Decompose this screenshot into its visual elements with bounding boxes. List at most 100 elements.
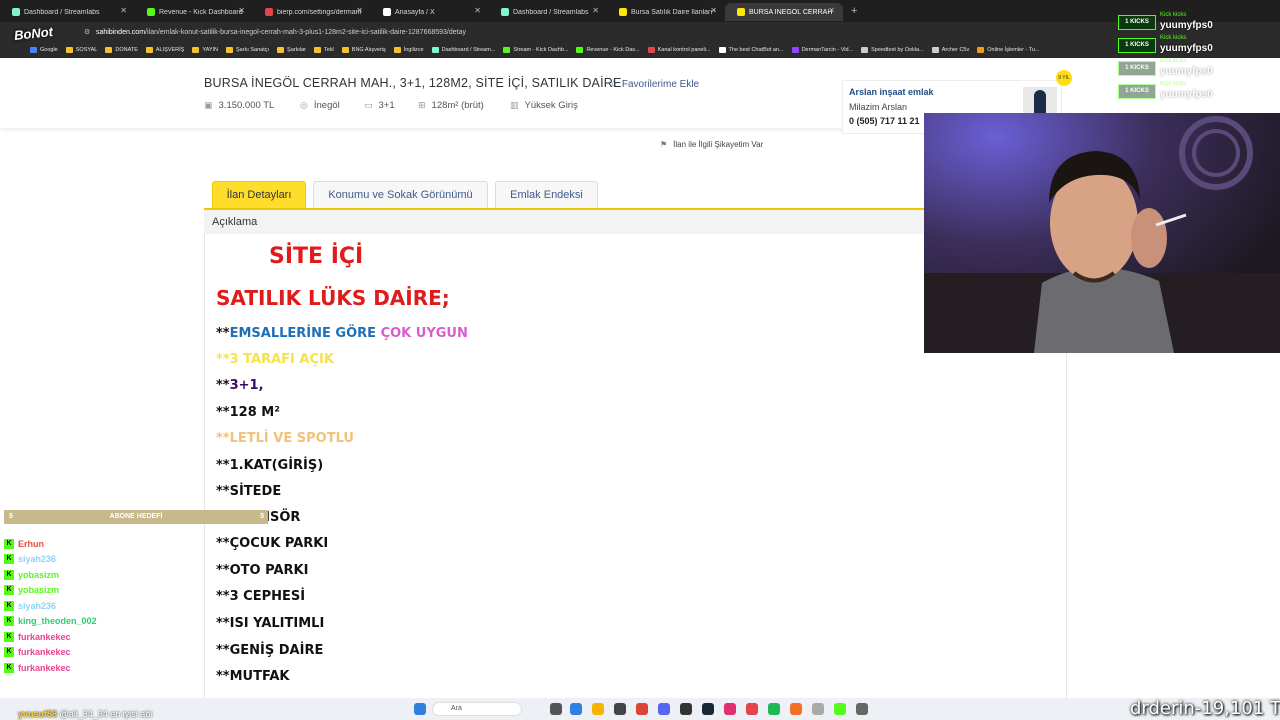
- kick-badge-icon: K: [4, 662, 14, 673]
- browser-tab[interactable]: Anasayfa / X ✕: [371, 3, 489, 21]
- agent-photo: [1023, 87, 1057, 113]
- store-icon[interactable]: [614, 703, 626, 715]
- soundcloud-icon[interactable]: [790, 703, 802, 715]
- close-tab-icon[interactable]: ✕: [356, 6, 363, 15]
- description-line: **128 M²: [216, 405, 280, 420]
- kick-alerts: 1 KICKS Kick kicks yuumyfps0 1 KICKS Kick ki…: [1118, 12, 1280, 104]
- line-prefix: **: [216, 352, 230, 367]
- close-tab-icon[interactable]: ✕: [474, 6, 481, 15]
- kick-badge-icon: K: [4, 554, 14, 565]
- bookmark-icon: [277, 47, 285, 53]
- chat-message: Kyobasizm: [4, 567, 264, 583]
- browser-tab[interactable]: bierp.com/settings/dermantar ✕: [253, 3, 371, 21]
- kick-badge-icon: K: [4, 631, 14, 642]
- url-text[interactable]: sahibinden.com/ilan/emlak-konut-satilik-…: [96, 29, 466, 36]
- app-icon[interactable]: [812, 703, 824, 715]
- windows-start-icon[interactable]: [414, 703, 426, 715]
- bookmark-item[interactable]: Online İşlemler - Tu...: [977, 47, 1040, 53]
- webcam-overlay: [924, 113, 1280, 353]
- bookmark-item[interactable]: Archer C5v: [931, 47, 969, 53]
- bookmark-item[interactable]: Kanal kontrol paneli...: [647, 47, 711, 53]
- new-tab-icon[interactable]: +: [851, 5, 857, 17]
- chat-message: Kfurkankekec: [4, 629, 264, 645]
- line-text: 3 TARAFI AÇIK: [229, 352, 334, 367]
- bookmark-label: Tekl: [324, 47, 334, 53]
- tab-title: Revenue - Kick Dashboard: [159, 8, 243, 16]
- report-listing-link[interactable]: ⚑ İlan ile İlgili Şikayetim Var: [660, 140, 763, 149]
- agent-company[interactable]: Arslan inşaat emlak: [849, 87, 934, 97]
- bookmark-item[interactable]: DermanTarcin - Vid...: [791, 47, 853, 53]
- close-tab-icon[interactable]: ✕: [592, 6, 599, 15]
- bookmark-item[interactable]: The best ChatBot an...: [718, 47, 784, 53]
- steam-icon[interactable]: [702, 703, 714, 715]
- spotify-icon[interactable]: [768, 703, 780, 715]
- tab-title: Anasayfa / X: [395, 8, 435, 16]
- bookmark-label: DONATE: [115, 47, 138, 53]
- bookmark-item[interactable]: İngilizce: [393, 47, 424, 53]
- chat-username: yobasizm: [18, 569, 60, 580]
- bookmark-item[interactable]: Stream - Kick Dashb...: [503, 47, 568, 53]
- description-line: SATILIK LÜKS DAİRE;: [216, 286, 450, 310]
- bookmark-item[interactable]: YAYIN: [192, 47, 218, 53]
- bookmark-item[interactable]: Speedtest by Ookla...: [861, 47, 924, 53]
- bookmark-item[interactable]: Şarkı Sanatçı: [226, 47, 269, 53]
- kick-alert: 1 KICKS Kick kicks yuumyfps0: [1118, 12, 1280, 34]
- description-line: **EMSALLERİNE GÖRE ÇOK UYGUN: [216, 326, 468, 341]
- browser-tab[interactable]: BURSA İNEGÖL CERRAH MAH...✕: [725, 3, 843, 21]
- star-icon: ☆: [609, 78, 619, 90]
- chat-username: furkankekec: [18, 631, 71, 642]
- kick-count: 1 KICKS: [1118, 61, 1156, 76]
- bookmark-item[interactable]: Google: [30, 47, 58, 53]
- explorer-icon[interactable]: [592, 703, 604, 715]
- kick-icon[interactable]: [834, 703, 846, 715]
- browser-tab[interactable]: Dashboard / Streamlabs ✕: [489, 3, 607, 21]
- calculator-icon[interactable]: [856, 703, 868, 715]
- kick-badge-icon: K: [4, 538, 14, 549]
- browser-tab[interactable]: Dashboard / Streamlabs ✕: [0, 3, 135, 21]
- browser-tab[interactable]: Revenue - Kick Dashboard ✕: [135, 3, 253, 21]
- taskbar-search[interactable]: Ara: [432, 702, 522, 716]
- x-app-icon[interactable]: [746, 703, 758, 715]
- add-favorite-link[interactable]: ☆ Favorilerime Ekle: [609, 77, 699, 90]
- bookmark-item[interactable]: Dashboard / Stream...: [431, 47, 495, 53]
- agent-phone[interactable]: 0 (505) 717 11 21: [849, 116, 920, 126]
- bookmark-label: Online İşlemler - Tu...: [987, 47, 1040, 53]
- obs-icon[interactable]: [680, 703, 692, 715]
- tab-emlak-endeksi[interactable]: Emlak Endeksi: [495, 181, 598, 208]
- line-text: EMSALLERİNE GÖRE: [229, 326, 377, 341]
- chrome-icon[interactable]: [636, 703, 648, 715]
- address-bar[interactable]: ⚙ sahibinden.com/ilan/emlak-konut-satili…: [0, 22, 1280, 42]
- bookmark-icon: [931, 47, 939, 53]
- close-tab-icon[interactable]: ✕: [238, 6, 245, 15]
- bookmark-item[interactable]: BNG Alışveriş: [341, 47, 386, 53]
- kick-count: 1 KICKS: [1118, 38, 1156, 53]
- bookmark-item[interactable]: Revenue - Kick Das...: [576, 47, 640, 53]
- bookmark-label: Şarkı Sanatçı: [236, 47, 270, 53]
- bookmark-item[interactable]: Şarkılar: [277, 47, 306, 53]
- bookmark-item[interactable]: Tekl: [314, 47, 334, 53]
- close-tab-icon[interactable]: ✕: [710, 6, 717, 15]
- taskview-icon[interactable]: [550, 703, 562, 715]
- site-settings-icon[interactable]: ⚙: [84, 28, 90, 36]
- bookmark-icon: [576, 47, 584, 53]
- tab-ilan-detaylari[interactable]: İlan Detayları: [212, 181, 306, 208]
- discord-icon[interactable]: [658, 703, 670, 715]
- bookmark-item[interactable]: ALIŞVERİŞ: [145, 47, 184, 53]
- close-tab-icon[interactable]: ✕: [828, 6, 835, 15]
- instagram-icon[interactable]: [724, 703, 736, 715]
- browser-tab[interactable]: Bursa Satılık Daire İlanları ve Sa✕: [607, 3, 725, 21]
- kick-username: yuumyfps0: [1160, 43, 1213, 54]
- bookmark-icon: [341, 47, 349, 53]
- tab-konum-sokak[interactable]: Konumu ve Sokak Görünümü: [313, 181, 488, 208]
- close-tab-icon[interactable]: ✕: [120, 6, 127, 15]
- bookmark-item[interactable]: DONATE: [105, 47, 138, 53]
- floor-meta: ▥ Yüksek Giriş: [510, 100, 578, 111]
- edge-icon[interactable]: [570, 703, 582, 715]
- bookmark-label: İngilizce: [403, 47, 424, 53]
- bookmark-icon: [718, 47, 726, 53]
- chat-username: king_theoden_002: [18, 616, 97, 627]
- chat-message: Kfurkankekec: [4, 645, 264, 661]
- bookmark-item[interactable]: SOSYAL: [65, 47, 97, 53]
- webcam-image: [924, 113, 1280, 353]
- kick-sub: Kick kicks: [1160, 81, 1187, 87]
